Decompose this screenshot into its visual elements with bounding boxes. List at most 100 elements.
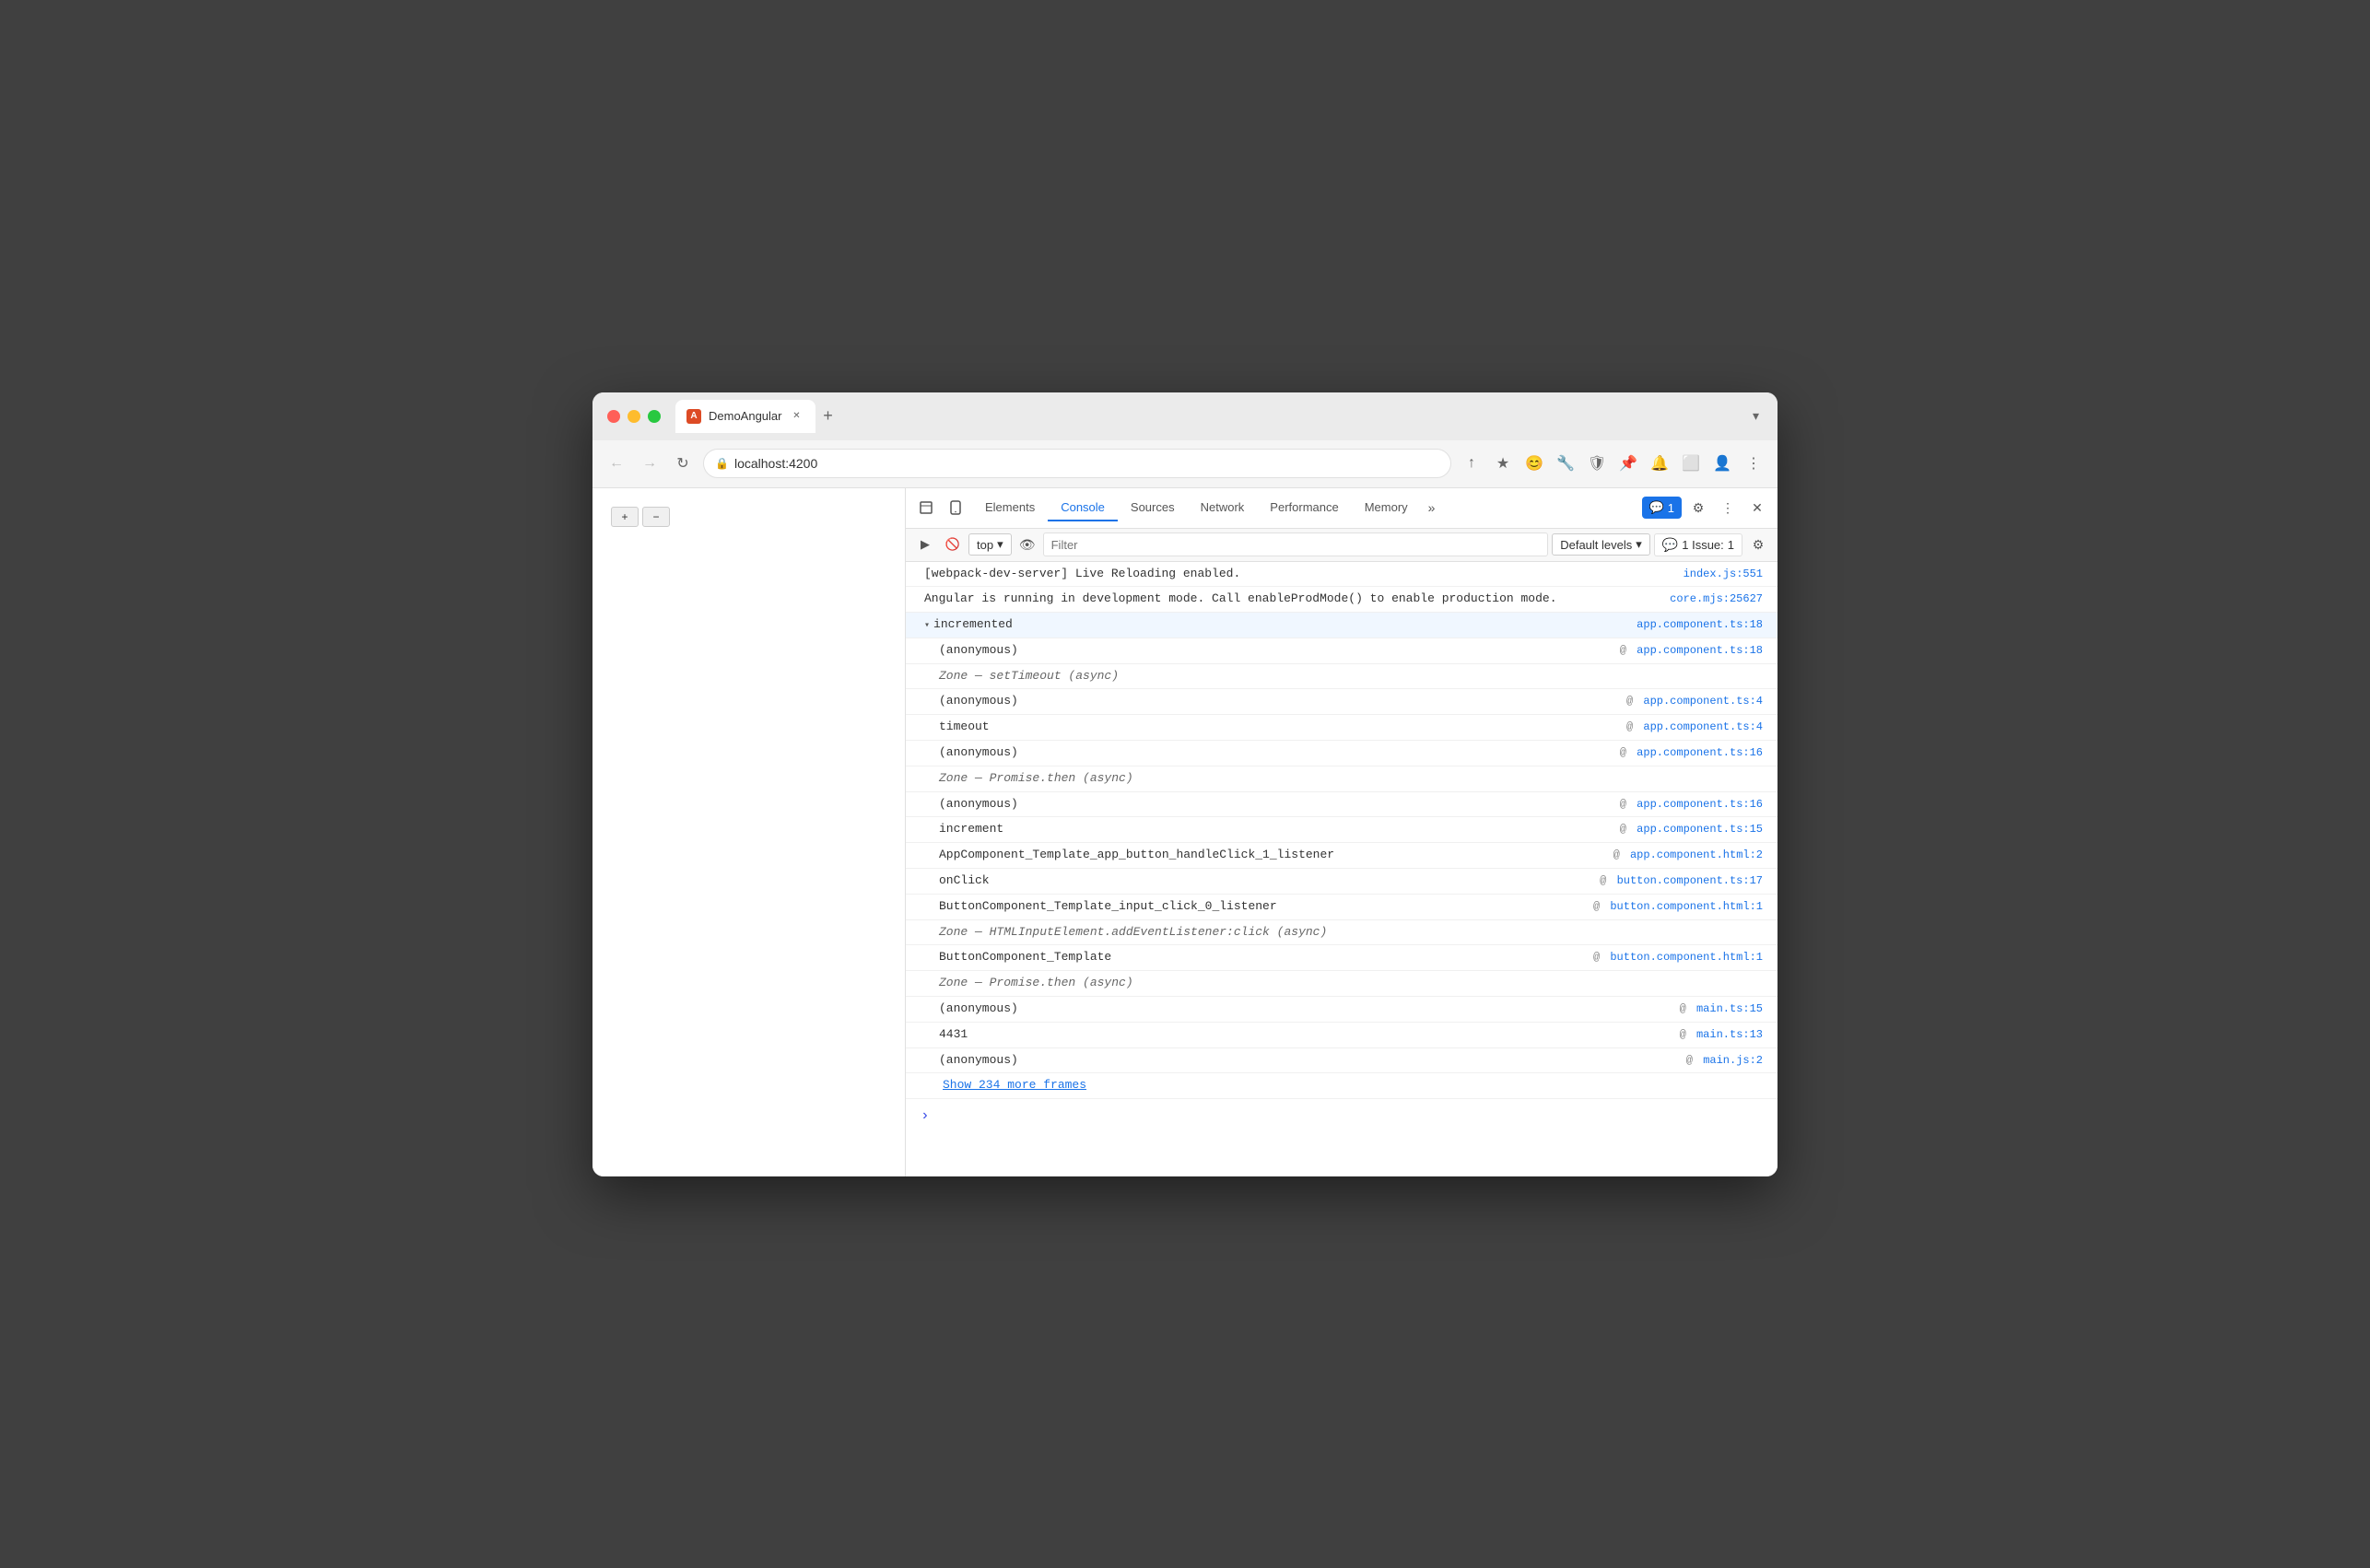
console-row: ▾incremented app.component.ts:18	[906, 613, 1778, 638]
issues-badge-button[interactable]: 💬 1	[1642, 497, 1682, 519]
tab-elements[interactable]: Elements	[972, 495, 1048, 521]
source-link[interactable]: main.js:2	[1703, 1054, 1763, 1067]
console-right: @ main.ts:15	[1680, 1000, 1763, 1018]
console-row: Zone — HTMLInputElement.addEventListener…	[906, 920, 1778, 946]
tab-favicon: A	[686, 409, 701, 424]
console-text: Zone — Promise.then (async)	[939, 769, 1763, 789]
show-more-frames-link[interactable]: Show 234 more frames	[943, 1078, 1086, 1092]
console-text: ButtonComponent_Template_input_click_0_l…	[939, 897, 1593, 917]
source-link[interactable]: main.ts:15	[1696, 1002, 1763, 1015]
back-button[interactable]: ←	[604, 451, 629, 476]
devtools-settings-icon[interactable]: ⚙	[1685, 495, 1711, 521]
source-link[interactable]: app.component.ts:4	[1643, 720, 1763, 733]
bookmark-icon[interactable]: ★	[1490, 451, 1516, 476]
console-text: AppComponent_Template_app_button_handleC…	[939, 846, 1613, 865]
execute-script-icon[interactable]: ▶	[913, 532, 937, 556]
console-link[interactable]: index.js:551	[1680, 566, 1763, 583]
reload-button[interactable]: ↻	[670, 451, 696, 476]
context-arrow-icon: ▾	[997, 537, 1003, 552]
new-tab-button[interactable]: +	[815, 404, 841, 429]
console-row: ButtonComponent_Template @ button.compon…	[906, 945, 1778, 971]
issue-badge[interactable]: 💬 1 Issue: 1	[1654, 533, 1742, 556]
source-link[interactable]: app.component.ts:18	[1637, 644, 1763, 657]
increment-button[interactable]: +	[611, 507, 639, 527]
more-tabs-icon[interactable]: »	[1421, 497, 1443, 519]
source-link[interactable]: app.component.ts:16	[1637, 746, 1763, 759]
address-bar-right: ↑ ★ 😊 🔧 🛡 📌 🔔 ⬜ 👤 ⋮	[1459, 451, 1766, 476]
default-levels-selector[interactable]: Default levels ▾	[1552, 533, 1650, 556]
tab-console[interactable]: Console	[1048, 495, 1118, 521]
puzzle-icon[interactable]: ⬜	[1678, 451, 1704, 476]
devtools-more-icon[interactable]: ⋮	[1715, 495, 1741, 521]
share-icon[interactable]: ↑	[1459, 451, 1484, 476]
console-right: @ app.component.ts:16	[1620, 744, 1763, 762]
console-row: Zone — setTimeout (async)	[906, 664, 1778, 690]
extension-icon[interactable]: 🔧	[1553, 451, 1578, 476]
browser-tab[interactable]: A DemoAngular ✕	[675, 400, 815, 433]
maximize-window-button[interactable]	[648, 410, 661, 423]
issue-count: 1	[1728, 538, 1734, 552]
title-bar-right: ▾	[1749, 404, 1763, 427]
devtools-close-icon[interactable]: ✕	[1744, 495, 1770, 521]
content-area: + −	[592, 488, 1778, 1176]
console-right: @ button.component.html:1	[1593, 898, 1763, 916]
eye-icon[interactable]: 👁	[1015, 532, 1039, 556]
url-bar[interactable]: 🔒 localhost:4200	[703, 449, 1451, 478]
console-text: Show 234 more frames	[939, 1076, 1763, 1095]
console-row: Zone — Promise.then (async)	[906, 766, 1778, 792]
console-row: ButtonComponent_Template_input_click_0_l…	[906, 895, 1778, 920]
devtools-tabs: Elements Console Sources Network Perform…	[972, 495, 1638, 521]
device-toggle-icon[interactable]	[943, 495, 968, 521]
source-link[interactable]: app.component.ts:16	[1637, 798, 1763, 811]
tab-memory[interactable]: Memory	[1352, 495, 1421, 521]
context-selector[interactable]: top ▾	[968, 533, 1012, 556]
shield-icon[interactable]: 🛡	[1584, 451, 1610, 476]
default-levels-label: Default levels	[1560, 538, 1632, 552]
source-link[interactable]: button.component.html:1	[1610, 951, 1763, 964]
console-text: 4431	[939, 1025, 1680, 1045]
block-requests-icon[interactable]: 🚫	[941, 532, 965, 556]
console-row: AppComponent_Template_app_button_handleC…	[906, 843, 1778, 869]
source-link[interactable]: app.component.ts:18	[1637, 618, 1763, 631]
chevron-down-icon[interactable]: ▾	[1749, 404, 1763, 427]
address-bar: ← → ↻ 🔒 localhost:4200 ↑ ★ 😊 🔧 🛡 📌 🔔 ⬜ 👤…	[592, 440, 1778, 488]
inspect-element-icon[interactable]	[913, 495, 939, 521]
console-text: (anonymous)	[939, 1000, 1680, 1019]
source-link[interactable]: app.component.html:2	[1630, 848, 1763, 861]
account-icon[interactable]: 👤	[1709, 451, 1735, 476]
source-link[interactable]: button.component.html:1	[1610, 900, 1763, 913]
source-link[interactable]: index.js:551	[1684, 568, 1763, 580]
console-right: @ app.component.ts:4	[1626, 719, 1763, 736]
pin-icon[interactable]: 📌	[1615, 451, 1641, 476]
console-text: (anonymous)	[939, 692, 1626, 711]
source-link[interactable]: app.component.ts:15	[1637, 823, 1763, 836]
more-menu-icon[interactable]: ⋮	[1741, 451, 1766, 476]
console-text: Zone — Promise.then (async)	[939, 974, 1763, 993]
console-text: (anonymous)	[939, 1051, 1686, 1071]
close-window-button[interactable]	[607, 410, 620, 423]
console-settings-icon[interactable]: ⚙	[1746, 532, 1770, 556]
source-link[interactable]: app.component.ts:4	[1643, 695, 1763, 708]
source-link[interactable]: core.mjs:25627	[1670, 592, 1763, 605]
tab-network[interactable]: Network	[1188, 495, 1258, 521]
console-link[interactable]: core.mjs:25627	[1666, 591, 1763, 608]
console-right: @ button.component.html:1	[1593, 949, 1763, 966]
source-link[interactable]: main.ts:13	[1696, 1028, 1763, 1041]
profile-icon[interactable]: 😊	[1521, 451, 1547, 476]
minimize-window-button[interactable]	[628, 410, 640, 423]
console-row: 4431 @ main.ts:13	[906, 1023, 1778, 1048]
filter-input[interactable]	[1043, 532, 1549, 556]
console-right: @ app.component.html:2	[1613, 847, 1763, 864]
cast-icon[interactable]: 🔔	[1647, 451, 1672, 476]
tab-performance[interactable]: Performance	[1257, 495, 1351, 521]
prompt-arrow-icon: ›	[921, 1105, 930, 1129]
tab-close-button[interactable]: ✕	[790, 409, 804, 424]
decrement-button[interactable]: −	[642, 507, 670, 527]
source-link[interactable]: button.component.ts:17	[1617, 874, 1763, 887]
console-row: increment @ app.component.ts:15	[906, 817, 1778, 843]
console-prompt[interactable]: ›	[906, 1099, 1778, 1134]
forward-button[interactable]: →	[637, 451, 663, 476]
console-output[interactable]: [webpack-dev-server] Live Reloading enab…	[906, 562, 1778, 1176]
console-row: onClick @ button.component.ts:17	[906, 869, 1778, 895]
tab-sources[interactable]: Sources	[1118, 495, 1188, 521]
